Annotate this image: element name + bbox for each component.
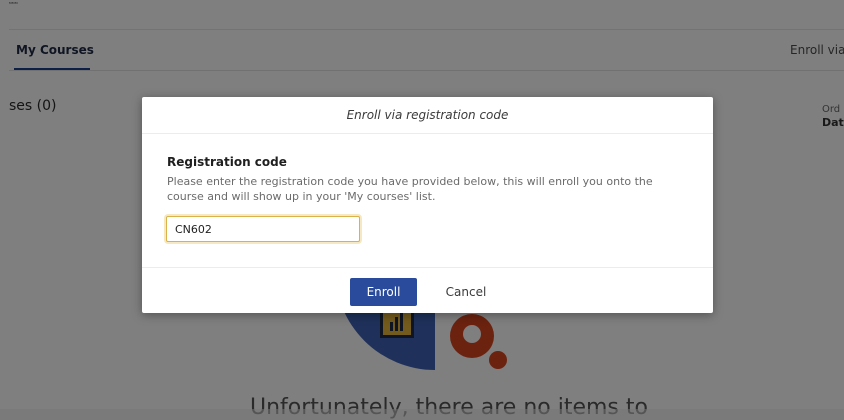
cancel-button[interactable]: Cancel (433, 278, 499, 306)
enroll-modal: Enroll via registration code Registratio… (142, 97, 713, 313)
enroll-button[interactable]: Enroll (350, 278, 417, 306)
modal-footer: Enroll Cancel (142, 267, 713, 314)
modal-body: Registration code Please enter the regis… (142, 134, 713, 267)
modal-title: Enroll via registration code (346, 108, 509, 122)
registration-code-label: Registration code (167, 155, 287, 169)
registration-code-input[interactable] (166, 216, 360, 242)
registration-code-help: Please enter the registration code you h… (167, 175, 653, 203)
modal-header: Enroll via registration code (142, 97, 713, 134)
